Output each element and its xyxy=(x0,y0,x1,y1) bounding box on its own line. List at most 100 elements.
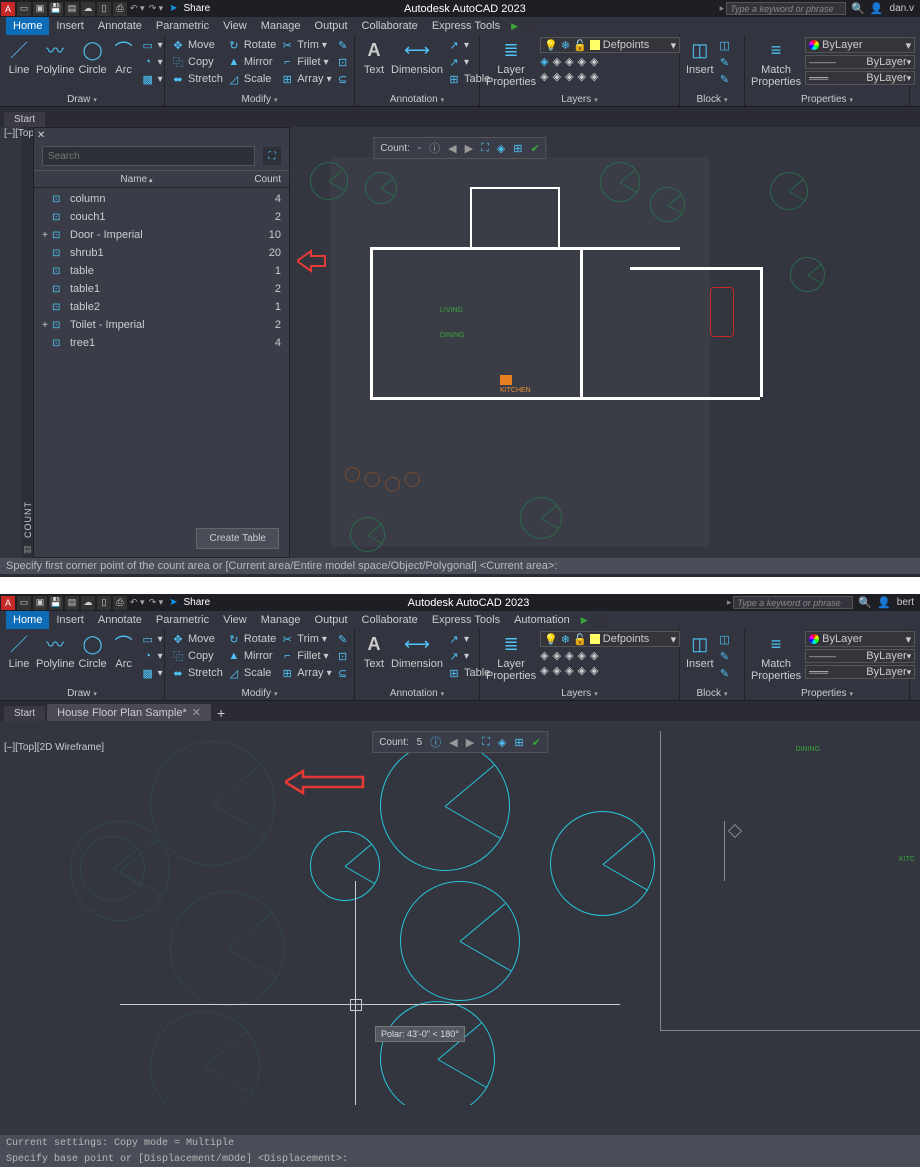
count-row[interactable]: ⊡table21 xyxy=(34,298,289,316)
new-icon[interactable]: ▭ xyxy=(17,596,31,610)
app-icon[interactable]: A xyxy=(1,2,15,16)
user-icon[interactable]: 👤 xyxy=(870,2,884,15)
menu-annotate[interactable]: Annotate xyxy=(91,17,149,35)
tab-start[interactable]: Start xyxy=(4,112,45,127)
share-button[interactable]: Share xyxy=(184,597,211,608)
tool-circle[interactable]: ◯Circle xyxy=(79,631,107,670)
menu-min-icon[interactable] xyxy=(524,19,538,33)
col-name[interactable]: Name xyxy=(42,174,231,185)
tool-polyline[interactable]: 〰Polyline xyxy=(36,631,75,670)
tool-polyline[interactable]: 〰Polyline xyxy=(36,37,75,76)
tool-arc[interactable]: ⌒Arc xyxy=(111,37,137,76)
tool-text[interactable]: AText xyxy=(361,37,387,76)
highlight-icon[interactable]: ◈ xyxy=(497,142,505,155)
menu-expresstools[interactable]: Express Tools xyxy=(425,611,507,629)
tool-erase[interactable]: ✎ xyxy=(336,37,350,53)
keyword-search[interactable]: Type a keyword or phrase xyxy=(733,596,853,609)
new-icon[interactable]: ▭ xyxy=(17,2,31,16)
undo-icon[interactable]: ↶ ▾ xyxy=(130,3,145,14)
panel-label-annotation[interactable]: Annotation xyxy=(361,93,473,106)
mobile-icon[interactable]: ▯ xyxy=(97,2,111,16)
menu-view[interactable]: View xyxy=(216,611,254,629)
menu-parametric[interactable]: Parametric xyxy=(149,611,216,629)
menu-collaborate[interactable]: Collaborate xyxy=(355,611,425,629)
tool-trim[interactable]: ✂Trim▾ xyxy=(280,37,331,53)
saveas-icon[interactable]: ▤ xyxy=(65,2,79,16)
info-icon[interactable]: ⓘ xyxy=(429,140,440,156)
prev-icon[interactable]: ◀ xyxy=(449,736,457,749)
tool-mirror[interactable]: ▲Mirror xyxy=(227,54,276,70)
layer-ic1[interactable]: ◈ xyxy=(540,55,548,68)
tool-copy[interactable]: ⿻Copy xyxy=(171,54,223,70)
tool-layerprops[interactable]: ≣Layer Properties xyxy=(486,37,536,88)
tool-array[interactable]: ⊞Array▾ xyxy=(280,71,331,87)
tool-insert[interactable]: ◫Insert xyxy=(686,37,714,76)
tool-rect[interactable]: ▭▾ xyxy=(141,37,163,53)
tool-circle[interactable]: ◯Circle xyxy=(79,37,107,76)
search-icon[interactable]: 🔍 xyxy=(858,596,872,609)
command-area[interactable]: Current settings: Copy mode = Multiple S… xyxy=(0,1135,920,1167)
table-icon[interactable]: ⊞ xyxy=(514,736,523,749)
tool-dimension[interactable]: ⟷Dimension xyxy=(391,37,443,76)
panel-label-block[interactable]: Block xyxy=(686,93,738,106)
layer-ic2[interactable]: ◈ xyxy=(553,55,561,68)
color-dropdown[interactable]: ByLayer▾ xyxy=(805,37,915,53)
col-count[interactable]: Count xyxy=(231,174,281,185)
table-icon[interactable]: ⊞ xyxy=(513,142,522,155)
open-icon[interactable]: ▣ xyxy=(33,596,47,610)
play-icon[interactable]: ▶ xyxy=(511,21,518,32)
web-icon[interactable]: ☁ xyxy=(81,2,95,16)
block-ic1[interactable]: ◫ xyxy=(718,37,732,53)
layer-ic6[interactable]: ◈ xyxy=(540,70,548,83)
count-row[interactable]: ⊡shrub120 xyxy=(34,244,289,262)
tool-stretch[interactable]: ⬌Stretch xyxy=(171,71,223,87)
print-icon[interactable]: ⎙ xyxy=(113,596,127,610)
info-icon[interactable]: ⓘ xyxy=(430,734,441,750)
layer-ic9[interactable]: ◈ xyxy=(578,70,586,83)
tool-explode[interactable]: ⊡ xyxy=(336,54,350,70)
user-name[interactable]: bert xyxy=(897,597,914,608)
saveas-icon[interactable]: ▤ xyxy=(65,596,79,610)
count-row[interactable]: ⊡couch12 xyxy=(34,208,289,226)
redo-icon[interactable]: ↷ ▾ xyxy=(149,597,164,608)
menu-insert[interactable]: Insert xyxy=(49,611,91,629)
view-label[interactable]: [–][Top][2D Wireframe] xyxy=(4,742,104,753)
zoom-extents-icon[interactable]: ⛶ xyxy=(481,142,489,155)
tool-fillet[interactable]: ⌐Fillet▾ xyxy=(280,54,331,70)
menu-collaborate[interactable]: Collaborate xyxy=(355,17,425,35)
tool-rotate[interactable]: ↻Rotate xyxy=(227,37,276,53)
select-area-icon[interactable]: ⛶ xyxy=(263,147,281,165)
close-tab-icon[interactable]: ✕ xyxy=(192,707,201,719)
panel-label-properties[interactable]: Properties xyxy=(751,93,903,106)
layer-ic7[interactable]: ◈ xyxy=(553,70,561,83)
create-table-button[interactable]: Create Table xyxy=(196,528,279,549)
tool-offset[interactable]: ⊆ xyxy=(336,71,350,87)
count-row[interactable]: ⊡tree14 xyxy=(34,334,289,352)
confirm-icon[interactable]: ✔ xyxy=(532,736,541,749)
count-row[interactable]: ⊡table1 xyxy=(34,262,289,280)
layer-ic5[interactable]: ◈ xyxy=(590,55,598,68)
block-ic2[interactable]: ✎ xyxy=(718,54,732,70)
confirm-icon[interactable]: ✔ xyxy=(530,142,539,155)
play-icon[interactable]: ▶ xyxy=(581,615,588,626)
tool-line[interactable]: ／Line xyxy=(6,37,32,76)
share-icon[interactable]: ➤ xyxy=(169,3,177,14)
share-button[interactable]: Share xyxy=(184,3,211,14)
zoom-extents-icon[interactable]: ⛶ xyxy=(482,736,490,749)
prev-icon[interactable]: ◀ xyxy=(448,142,456,155)
menu-manage[interactable]: Manage xyxy=(254,17,308,35)
web-icon[interactable]: ☁ xyxy=(81,596,95,610)
count-row[interactable]: +⊡Toilet - Imperial2 xyxy=(34,316,289,334)
tool-match[interactable]: ≡Match Properties xyxy=(751,37,801,88)
count-search[interactable] xyxy=(42,146,255,166)
keyword-search[interactable]: Type a keyword or phrase xyxy=(726,2,846,15)
tool-move[interactable]: ✥Move xyxy=(171,37,223,53)
next-icon[interactable]: ▶ xyxy=(466,736,474,749)
tool-line[interactable]: ／Line xyxy=(6,631,32,670)
block-ic3[interactable]: ✎ xyxy=(718,71,732,87)
count-row[interactable]: ⊡column4 xyxy=(34,190,289,208)
tab-start[interactable]: Start xyxy=(4,706,45,721)
menu-automation[interactable]: Automation xyxy=(507,611,577,629)
layer-ic3[interactable]: ◈ xyxy=(565,55,573,68)
command-line[interactable]: Specify first corner point of the count … xyxy=(0,558,920,574)
